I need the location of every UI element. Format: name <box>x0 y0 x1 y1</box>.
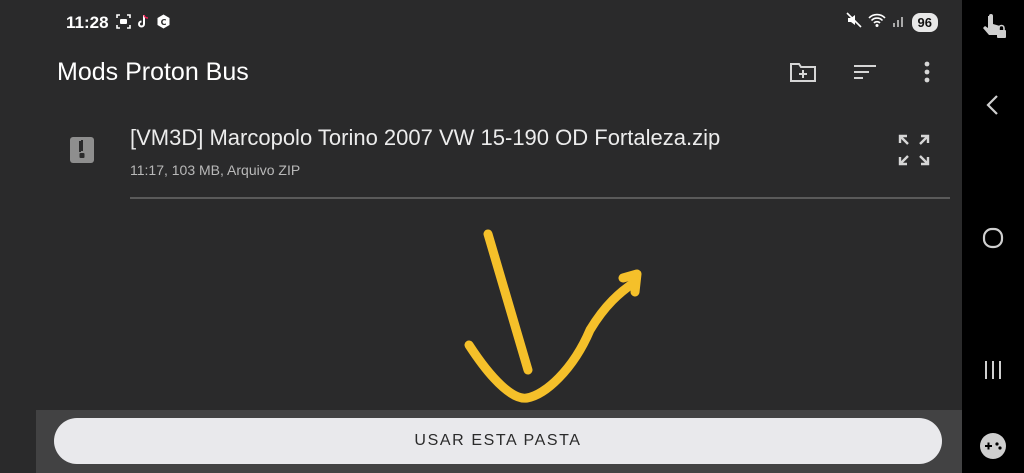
mute-icon <box>845 12 862 33</box>
file-name: [VM3D] Marcopolo Torino 2007 VW 15-190 O… <box>130 125 721 150</box>
battery-indicator: 96 <box>911 13 938 32</box>
more-vert-icon[interactable] <box>912 57 942 87</box>
phone-screen: 11:28 C 96 Mods Proton Bus [VM3D] Marcop… <box>0 0 962 473</box>
tiktok-icon <box>136 14 151 29</box>
wifi-icon <box>867 12 886 33</box>
screenshot-icon <box>116 14 131 29</box>
game-controller-icon[interactable] <box>976 429 1010 463</box>
zip-file-icon <box>70 137 94 165</box>
status-time: 11:28 <box>66 13 109 32</box>
system-nav-bar <box>962 0 1024 473</box>
home-icon[interactable] <box>976 221 1010 255</box>
page-title: Mods Proton Bus <box>57 58 249 86</box>
bottom-action-bar: USAR ESTA PASTA <box>36 410 962 473</box>
file-meta: 11:17, 103 MB, Arquivo ZIP <box>130 162 301 178</box>
use-this-folder-button[interactable]: USAR ESTA PASTA <box>54 418 942 464</box>
expand-icon[interactable] <box>896 132 932 168</box>
hand-drawn-arrow <box>464 229 642 403</box>
list-divider <box>130 197 950 199</box>
status-left-icons: C <box>116 14 171 29</box>
status-bar: 11:28 C 96 <box>0 0 962 46</box>
recents-icon[interactable] <box>976 353 1010 387</box>
touch-lock-icon[interactable] <box>976 8 1010 42</box>
back-icon[interactable] <box>976 88 1010 122</box>
app-icon: C <box>156 14 171 29</box>
new-folder-icon[interactable] <box>788 57 822 87</box>
status-right-icons: 96 <box>845 12 938 33</box>
app-bar: Mods Proton Bus <box>0 46 962 102</box>
file-list-item[interactable]: [VM3D] Marcopolo Torino 2007 VW 15-190 O… <box>0 115 962 200</box>
signal-icon <box>892 12 906 33</box>
sort-icon[interactable] <box>850 57 884 87</box>
svg-text:C: C <box>161 18 167 27</box>
